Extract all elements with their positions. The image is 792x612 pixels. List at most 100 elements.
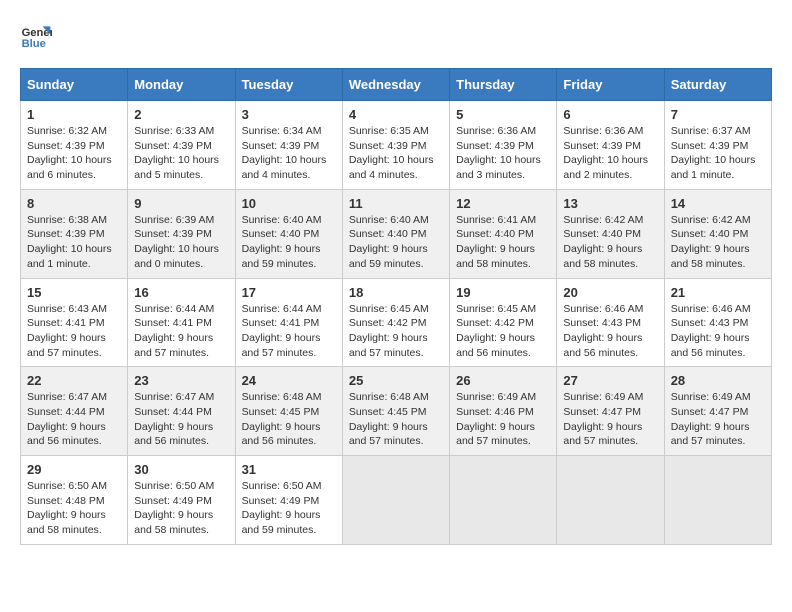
day-info: Sunrise: 6:42 AMSunset: 4:40 PMDaylight:…: [671, 213, 765, 272]
day-info: Sunrise: 6:33 AMSunset: 4:39 PMDaylight:…: [134, 124, 228, 183]
day-number: 23: [134, 373, 228, 388]
day-cell: 15Sunrise: 6:43 AMSunset: 4:41 PMDayligh…: [21, 278, 128, 367]
day-cell: 31 Sunrise: 6:50 AMSunset: 4:49 PMDayligh…: [235, 456, 342, 545]
day-cell: 20Sunrise: 6:46 AMSunset: 4:43 PMDayligh…: [557, 278, 664, 367]
day-cell: 25 Sunrise: 6:48 AMSunset: 4:45 PMDayligh…: [342, 367, 449, 456]
header-cell-friday: Friday: [557, 69, 664, 101]
day-cell: [342, 456, 449, 545]
day-cell: 29 Sunrise: 6:50 AMSunset: 4:48 PMDayligh…: [21, 456, 128, 545]
day-number: 8: [27, 196, 121, 211]
day-cell: 16 Sunrise: 6:44 AMSunset: 4:41 PMDayligh…: [128, 278, 235, 367]
header-cell-monday: Monday: [128, 69, 235, 101]
day-number: 12: [456, 196, 550, 211]
day-info: Sunrise: 6:41 AMSunset: 4:40 PMDaylight:…: [456, 213, 550, 272]
day-number: 24: [242, 373, 336, 388]
day-number: 19: [456, 285, 550, 300]
header-cell-tuesday: Tuesday: [235, 69, 342, 101]
day-number: 22: [27, 373, 121, 388]
day-info: Sunrise: 6:32 AMSunset: 4:39 PMDaylight:…: [27, 124, 121, 183]
day-info: Sunrise: 6:43 AMSunset: 4:41 PMDaylight:…: [27, 302, 121, 361]
day-cell: 24Sunrise: 6:48 AMSunset: 4:45 PMDayligh…: [235, 367, 342, 456]
day-cell: 7 Sunrise: 6:37 AMSunset: 4:39 PMDaylight…: [664, 101, 771, 190]
day-info: Sunrise: 6:46 AMSunset: 4:43 PMDaylight:…: [563, 302, 657, 361]
day-number: 17: [242, 285, 336, 300]
day-info: Sunrise: 6:47 AMSunset: 4:44 PMDaylight:…: [27, 390, 121, 449]
day-number: 16: [134, 285, 228, 300]
day-info: Sunrise: 6:44 AMSunset: 4:41 PMDaylight:…: [242, 302, 336, 361]
day-info: Sunrise: 6:50 AMSunset: 4:49 PMDaylight:…: [134, 479, 228, 538]
day-number: 3: [242, 107, 336, 122]
day-number: 5: [456, 107, 550, 122]
logo: General Blue: [20, 20, 56, 52]
day-cell: 2 Sunrise: 6:33 AMSunset: 4:39 PMDaylight…: [128, 101, 235, 190]
day-number: 27: [563, 373, 657, 388]
week-row-2: 8 Sunrise: 6:38 AMSunset: 4:39 PMDaylight…: [21, 189, 772, 278]
day-cell: 9Sunrise: 6:39 AMSunset: 4:39 PMDaylight…: [128, 189, 235, 278]
day-cell: 22 Sunrise: 6:47 AMSunset: 4:44 PMDayligh…: [21, 367, 128, 456]
day-cell: 3 Sunrise: 6:34 AMSunset: 4:39 PMDaylight…: [235, 101, 342, 190]
day-number: 4: [349, 107, 443, 122]
day-number: 30: [134, 462, 228, 477]
day-info: Sunrise: 6:40 AMSunset: 4:40 PMDaylight:…: [242, 213, 336, 272]
day-number: 6: [563, 107, 657, 122]
svg-text:Blue: Blue: [22, 38, 46, 50]
day-cell: 30 Sunrise: 6:50 AMSunset: 4:49 PMDayligh…: [128, 456, 235, 545]
week-row-4: 22 Sunrise: 6:47 AMSunset: 4:44 PMDayligh…: [21, 367, 772, 456]
header-cell-saturday: Saturday: [664, 69, 771, 101]
day-info: Sunrise: 6:38 AMSunset: 4:39 PMDaylight:…: [27, 213, 121, 272]
week-row-1: 1 Sunrise: 6:32 AMSunset: 4:39 PMDaylight…: [21, 101, 772, 190]
day-number: 13: [563, 196, 657, 211]
header-row: SundayMondayTuesdayWednesdayThursdayFrid…: [21, 69, 772, 101]
day-cell: 1 Sunrise: 6:32 AMSunset: 4:39 PMDaylight…: [21, 101, 128, 190]
day-info: Sunrise: 6:48 AMSunset: 4:45 PMDaylight:…: [349, 390, 443, 449]
day-cell: 19 Sunrise: 6:45 AMSunset: 4:42 PMDayligh…: [450, 278, 557, 367]
header-cell-wednesday: Wednesday: [342, 69, 449, 101]
day-number: 10: [242, 196, 336, 211]
calendar-table: SundayMondayTuesdayWednesdayThursdayFrid…: [20, 68, 772, 545]
day-number: 11: [349, 196, 443, 211]
day-info: Sunrise: 6:47 AMSunset: 4:44 PMDaylight:…: [134, 390, 228, 449]
day-info: Sunrise: 6:34 AMSunset: 4:39 PMDaylight:…: [242, 124, 336, 183]
day-cell: 8 Sunrise: 6:38 AMSunset: 4:39 PMDaylight…: [21, 189, 128, 278]
day-info: Sunrise: 6:50 AMSunset: 4:48 PMDaylight:…: [27, 479, 121, 538]
day-number: 31: [242, 462, 336, 477]
day-info: Sunrise: 6:44 AMSunset: 4:41 PMDaylight:…: [134, 302, 228, 361]
day-cell: 10 Sunrise: 6:40 AMSunset: 4:40 PMDayligh…: [235, 189, 342, 278]
day-info: Sunrise: 6:36 AMSunset: 4:39 PMDaylight:…: [456, 124, 550, 183]
day-number: 14: [671, 196, 765, 211]
day-number: 18: [349, 285, 443, 300]
day-cell: 14 Sunrise: 6:42 AMSunset: 4:40 PMDayligh…: [664, 189, 771, 278]
logo-icon: General Blue: [20, 20, 52, 52]
day-number: 26: [456, 373, 550, 388]
day-number: 2: [134, 107, 228, 122]
header: General Blue: [20, 20, 772, 52]
day-number: 29: [27, 462, 121, 477]
day-cell: 11Sunrise: 6:40 AMSunset: 4:40 PMDayligh…: [342, 189, 449, 278]
day-cell: 13 Sunrise: 6:42 AMSunset: 4:40 PMDayligh…: [557, 189, 664, 278]
day-number: 7: [671, 107, 765, 122]
day-cell: 28Sunrise: 6:49 AMSunset: 4:47 PMDayligh…: [664, 367, 771, 456]
day-info: Sunrise: 6:45 AMSunset: 4:42 PMDaylight:…: [349, 302, 443, 361]
day-cell: 17 Sunrise: 6:44 AMSunset: 4:41 PMDayligh…: [235, 278, 342, 367]
day-info: Sunrise: 6:49 AMSunset: 4:46 PMDaylight:…: [456, 390, 550, 449]
day-cell: [664, 456, 771, 545]
day-cell: 27 Sunrise: 6:49 AMSunset: 4:47 PMDayligh…: [557, 367, 664, 456]
header-cell-thursday: Thursday: [450, 69, 557, 101]
week-row-3: 15Sunrise: 6:43 AMSunset: 4:41 PMDayligh…: [21, 278, 772, 367]
day-info: Sunrise: 6:35 AMSunset: 4:39 PMDaylight:…: [349, 124, 443, 183]
day-info: Sunrise: 6:49 AMSunset: 4:47 PMDaylight:…: [563, 390, 657, 449]
day-number: 1: [27, 107, 121, 122]
day-cell: 23 Sunrise: 6:47 AMSunset: 4:44 PMDayligh…: [128, 367, 235, 456]
day-cell: [557, 456, 664, 545]
day-info: Sunrise: 6:50 AMSunset: 4:49 PMDaylight:…: [242, 479, 336, 538]
day-number: 9: [134, 196, 228, 211]
day-info: Sunrise: 6:45 AMSunset: 4:42 PMDaylight:…: [456, 302, 550, 361]
day-cell: 26 Sunrise: 6:49 AMSunset: 4:46 PMDayligh…: [450, 367, 557, 456]
day-number: 25: [349, 373, 443, 388]
day-info: Sunrise: 6:42 AMSunset: 4:40 PMDaylight:…: [563, 213, 657, 272]
day-info: Sunrise: 6:37 AMSunset: 4:39 PMDaylight:…: [671, 124, 765, 183]
day-cell: 6Sunrise: 6:36 AMSunset: 4:39 PMDaylight…: [557, 101, 664, 190]
day-cell: [450, 456, 557, 545]
day-info: Sunrise: 6:49 AMSunset: 4:47 PMDaylight:…: [671, 390, 765, 449]
day-info: Sunrise: 6:46 AMSunset: 4:43 PMDaylight:…: [671, 302, 765, 361]
